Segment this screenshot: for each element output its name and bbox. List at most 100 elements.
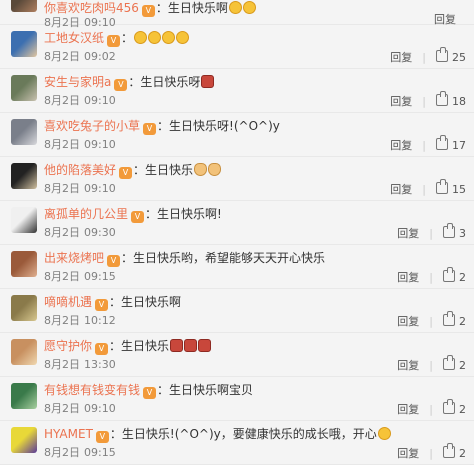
comment-line: 安生与家明a V ：生日快乐呀 [44,75,215,91]
comment-date: 8月2日 [44,138,80,151]
smiley-emoji-icon [148,31,162,44]
comment-item: 安生与家明a V ：生日快乐呀 8月2日 09:10 回复 | 18 [0,69,474,113]
smiley-emoji-icon [377,427,391,440]
avatar[interactable] [11,339,37,365]
like-button[interactable]: 2 [443,311,466,328]
avatar[interactable] [11,295,37,321]
comment-text: 生日快乐 [121,339,170,353]
comment-item: 离孤单的几公里 V ：生日快乐啊! 8月2日 09:30 回复 | 3 [0,201,474,245]
comment-line: 愿守护你 V ：生日快乐 [44,339,212,355]
comment-meta: 8月2日 10:12 [44,314,116,328]
comment-item: 他的陷落美好 V ：生日快乐 8月2日 09:10 回复 | 15 [0,157,474,201]
reply-button[interactable]: 回复 [397,447,419,460]
comment-actions: 回复 | 15 [390,179,466,197]
comment-date: 8月2日 [44,314,80,327]
comment-line: 出来烧烤吧 V ：生日快乐哟，希望能够天天开心快乐 [44,251,325,267]
avatar[interactable] [11,383,37,409]
comment-meta: 8月2日 09:15 [44,446,116,460]
comment-text: 生日快乐呀 [140,75,201,89]
username-link[interactable]: 安生与家明a [44,75,111,89]
username-link[interactable]: 你喜欢吃肉吗456 [44,1,139,15]
username-link[interactable]: HYAMET [44,427,93,441]
thumbs-up-icon [436,47,448,62]
comment-time: 09:30 [84,226,116,239]
thumbs-up-icon [443,355,455,370]
comment-time: 09:10 [84,138,116,151]
member-badge-icon: V [114,79,128,91]
comment-meta: 8月2日 09:15 [44,270,116,284]
thumbs-up-icon [436,91,448,106]
comment-actions: 回复 | 3 [397,223,466,241]
comment-line: 喜欢吃兔子的小草 V ：生日快乐呀!(^O^)y [44,119,280,135]
thumbs-up-emoji-icon [194,163,208,176]
colon: ： [109,339,122,353]
comment-time: 09:10 [84,402,116,415]
avatar[interactable] [11,0,37,12]
divider: | [429,359,433,372]
member-badge-icon: V [143,387,157,399]
member-badge-icon: V [143,123,157,135]
reply-button[interactable]: 回复 [397,403,419,416]
like-count: 2 [459,403,466,416]
comment-item: 有钱想有钱变有钱 V ：生日快乐啊宝贝 8月2日 09:10 回复 | 2 [0,377,474,421]
divider: | [429,447,433,460]
reply-button[interactable]: 回复 [397,315,419,328]
username-link[interactable]: 出来烧烤吧 [44,251,104,265]
like-count: 25 [452,51,466,64]
comment-time: 09:15 [84,270,116,283]
comment-text: 生日快乐 [145,163,194,177]
colon: ： [109,295,122,309]
comment-line: HYAMET V ：生日快乐!(^O^)y，要健康快乐的成长哦，开心 [44,427,391,443]
like-button[interactable]: 17 [436,135,466,152]
divider: | [422,139,426,152]
reply-button[interactable]: 回复 [397,271,419,284]
username-link[interactable]: 愿守护你 [44,339,92,353]
colon: ： [121,251,134,265]
username-link[interactable]: 有钱想有钱变有钱 [44,383,140,397]
colon: ： [121,31,134,45]
like-button[interactable]: 18 [436,91,466,108]
member-badge-icon: V [95,431,109,443]
comment-line: 你喜欢吃肉吗456 V ：生日快乐啊 [44,1,256,17]
comment-text: 生日快乐哟，希望能够天天开心快乐 [133,251,326,265]
avatar[interactable] [11,31,37,57]
avatar[interactable] [11,119,37,145]
smiley-emoji-icon [242,1,256,14]
avatar[interactable] [11,163,37,189]
username-link[interactable]: 嘀嘀机遇 [44,295,92,309]
reply-button[interactable]: 回复 [390,183,412,196]
reply-button[interactable]: 回复 [397,227,419,240]
like-count: 2 [459,359,466,372]
like-button[interactable]: 2 [443,355,466,372]
member-badge-icon: V [95,299,109,311]
like-button[interactable]: 25 [436,47,466,64]
comment-text: 生日快乐啊 [121,295,182,309]
like-button[interactable]: 2 [443,443,466,460]
comment-actions: 回复 | 17 [390,135,466,153]
reply-button[interactable]: 回复 [390,95,412,108]
smiley-emoji-icon [176,31,190,44]
reply-button[interactable]: 回复 [397,359,419,372]
comment-text: 生日快乐啊! [157,207,222,221]
username-link[interactable]: 他的陷落美好 [44,163,116,177]
username-link[interactable]: 离孤单的几公里 [44,207,128,221]
member-badge-icon: V [131,211,145,223]
username-link[interactable]: 喜欢吃兔子的小草 [44,119,140,133]
avatar[interactable] [11,251,37,277]
avatar[interactable] [11,207,37,233]
comment-time: 09:10 [84,94,116,107]
comment-meta: 8月2日 09:10 [44,402,116,416]
comment-actions: 回复 | 2 [397,311,466,329]
like-button[interactable]: 2 [443,267,466,284]
reply-button[interactable]: 回复 [390,51,412,64]
comment-time: 09:15 [84,446,116,459]
avatar[interactable] [11,427,37,453]
comment-line: 嘀嘀机遇 V ：生日快乐啊 [44,295,181,311]
reply-button[interactable]: 回复 [390,139,412,152]
like-button[interactable]: 2 [443,399,466,416]
divider: | [429,271,433,284]
username-link[interactable]: 工地女汉纸 [44,31,104,45]
like-button[interactable]: 3 [443,223,466,240]
avatar[interactable] [11,75,37,101]
like-button[interactable]: 15 [436,179,466,196]
